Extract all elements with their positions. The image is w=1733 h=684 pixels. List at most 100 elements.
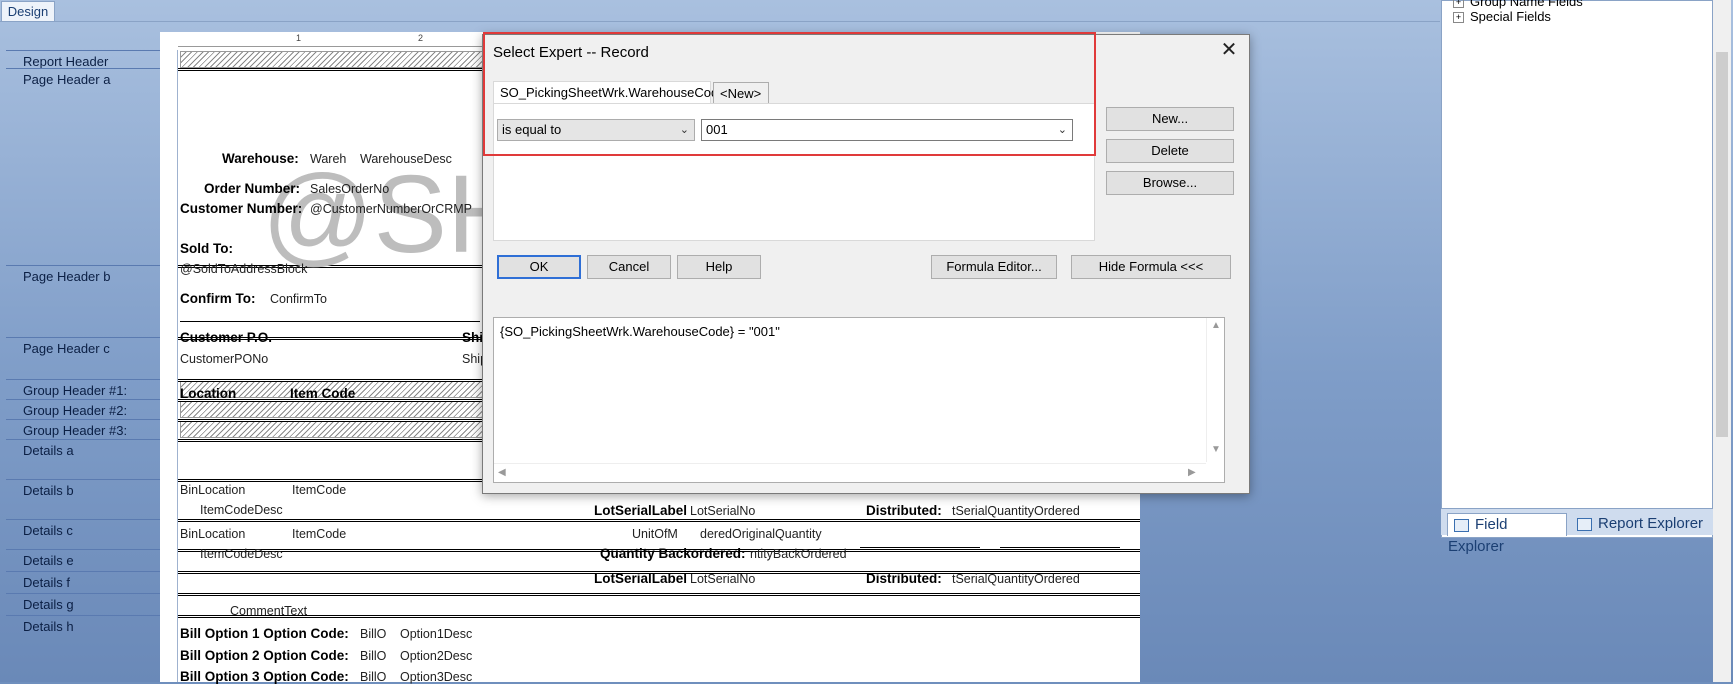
chevron-right-icon[interactable]: ▶ (1188, 467, 1196, 478)
item-desc-field[interactable]: ItemCodeDesc (200, 547, 283, 561)
unit-of-measure-field[interactable]: UnitOfM (632, 527, 678, 541)
hide-formula-button[interactable]: Hide Formula <<< (1071, 255, 1231, 279)
section-page-header-a[interactable]: Page Header a (6, 68, 160, 266)
section-details-b[interactable]: Details b (6, 479, 160, 520)
warehouse-desc-field[interactable]: WarehouseDesc (360, 152, 452, 166)
section-label: Group Header #1: (23, 383, 128, 398)
bin-location-field[interactable]: BinLocation (180, 527, 245, 541)
quantity-backordered-label[interactable]: Quantity Backordered: (600, 546, 746, 561)
warehouse-code-field[interactable]: Wareh (310, 152, 346, 166)
tree-item-group-name-fields[interactable]: + Group Name Fields (1453, 0, 1583, 9)
item-desc-field[interactable]: ItemCodeDesc (200, 503, 283, 517)
sold-to-label[interactable]: Sold To: (180, 241, 233, 256)
chevron-up-icon[interactable]: ▲ (1211, 320, 1221, 331)
help-button[interactable]: Help (677, 255, 761, 279)
quantity-backordered-field[interactable]: ntityBackOrdered (750, 547, 847, 561)
customer-number-field[interactable]: @CustomerNumberOrCRMP (310, 202, 472, 216)
tab-report-explorer[interactable]: Report Explorer (1571, 513, 1711, 535)
tree-item-label: Special Fields (1470, 9, 1551, 24)
chevron-left-icon[interactable]: ◀ (498, 467, 506, 478)
section-page-header-c[interactable]: Page Header c (6, 337, 160, 380)
section-report-header[interactable]: Report Header (6, 50, 160, 69)
section-details-g[interactable]: Details g (6, 593, 160, 616)
customer-po-label[interactable]: Customer P.O. (180, 330, 272, 345)
section-details-h[interactable]: Details h (6, 615, 160, 638)
hatched-group-header-2 (180, 401, 492, 418)
explorer-panel[interactable] (1441, 0, 1713, 538)
section-group-header-2[interactable]: Group Header #2: (6, 399, 160, 420)
expand-icon[interactable]: + (1453, 12, 1464, 24)
confirm-to-label[interactable]: Confirm To: (180, 291, 255, 306)
scrollbar-thumb[interactable] (1716, 52, 1728, 437)
quantity-ordered-field[interactable]: tSerialQuantityOrdered (952, 572, 1080, 586)
lot-serial-field[interactable]: LotSerialNo (690, 572, 755, 586)
expand-icon[interactable]: + (1453, 0, 1464, 9)
section-details-c[interactable]: Details c (6, 519, 160, 550)
bin-location-field[interactable]: BinLocation (180, 483, 245, 497)
select-expert-dialog[interactable]: Select Expert -- Record ✕ SO_PickingShee… (482, 34, 1250, 494)
band-separator (178, 615, 1140, 618)
ok-button[interactable]: OK (497, 255, 581, 279)
value-text: 001 (706, 122, 728, 137)
lot-serial-label[interactable]: LotSerialLabel (594, 503, 687, 518)
formula-horizontal-scrollbar[interactable]: ◀ ▶ (494, 463, 1206, 482)
field-explorer-icon (1454, 518, 1469, 532)
lot-serial-field[interactable]: LotSerialNo (690, 504, 755, 518)
bill-option-1-label[interactable]: Bill Option 1 Option Code: (180, 626, 349, 641)
section-label: Details f (23, 575, 70, 590)
original-quantity-field[interactable]: deredOriginalQuantity (700, 527, 822, 541)
delete-button[interactable]: Delete (1106, 139, 1234, 163)
close-icon[interactable]: ✕ (1209, 35, 1249, 65)
sales-order-field[interactable]: SalesOrderNo (310, 182, 389, 196)
formula-editor-button[interactable]: Formula Editor... (931, 255, 1057, 279)
distributed-label[interactable]: Distributed: (866, 571, 942, 586)
operator-dropdown[interactable]: is equal to ⌄ (497, 119, 695, 141)
sold-to-address-field[interactable]: @SoldToAddressBlock (180, 262, 307, 276)
item-code-field[interactable]: ItemCode (292, 527, 346, 541)
tab-field-explorer[interactable]: Field Explorer (1447, 513, 1567, 555)
bill-option-1-field[interactable]: BillO (360, 627, 386, 641)
customer-po-field[interactable]: CustomerPONo (180, 352, 268, 366)
section-group-header-1[interactable]: Group Header #1: (6, 379, 160, 400)
section-label: Details e (23, 553, 74, 568)
warehouse-label[interactable]: Warehouse: (222, 151, 299, 166)
cancel-button[interactable]: Cancel (587, 255, 671, 279)
customer-number-label[interactable]: Customer Number: (180, 201, 302, 216)
hatched-report-header (180, 51, 492, 68)
value-combobox[interactable]: 001 ⌄ (701, 119, 1073, 141)
bill-option-2-field[interactable]: BillO (360, 649, 386, 663)
distributed-label[interactable]: Distributed: (866, 503, 942, 518)
formula-vertical-scrollbar[interactable]: ▲ ▼ (1206, 318, 1224, 462)
comment-text-field[interactable]: CommentText (230, 604, 307, 618)
location-header[interactable]: Location (180, 386, 236, 401)
option-2-desc-field[interactable]: Option2Desc (400, 649, 472, 663)
section-group-header-3[interactable]: Group Header #3: (6, 419, 160, 440)
option-1-desc-field[interactable]: Option1Desc (400, 627, 472, 641)
bill-option-2-label[interactable]: Bill Option 2 Option Code: (180, 648, 349, 663)
operator-value: is equal to (502, 122, 562, 137)
section-details-e[interactable]: Details e (6, 549, 160, 572)
item-code-field[interactable]: ItemCode (292, 483, 346, 497)
tab-underline (0, 21, 1440, 22)
tab-new[interactable]: <New> (713, 82, 769, 104)
underline (180, 321, 480, 322)
item-code-header[interactable]: Item Code (290, 386, 355, 401)
section-details-a[interactable]: Details a (6, 439, 160, 480)
tree-item-special-fields[interactable]: + Special Fields (1453, 9, 1551, 24)
section-label: Page Header b (23, 269, 111, 284)
lot-serial-label[interactable]: LotSerialLabel (594, 571, 687, 586)
order-number-label[interactable]: Order Number: (204, 181, 300, 196)
tab-design[interactable]: Design (1, 1, 55, 22)
formula-textarea[interactable]: {SO_PickingSheetWrk.WarehouseCode} = "00… (493, 317, 1225, 483)
section-page-header-b[interactable]: Page Header b (6, 265, 160, 338)
section-details-f[interactable]: Details f (6, 571, 160, 594)
section-label: Page Header c (23, 341, 110, 356)
chevron-down-icon: ⌄ (1057, 124, 1067, 136)
confirm-to-field[interactable]: ConfirmTo (270, 292, 327, 306)
browse-button[interactable]: Browse... (1106, 171, 1234, 195)
chevron-down-icon[interactable]: ▼ (1211, 444, 1221, 455)
tab-warehouse-code[interactable]: SO_PickingSheetWrk.WarehouseCode (493, 81, 725, 103)
quantity-ordered-field[interactable]: tSerialQuantityOrdered (952, 504, 1080, 518)
new-button[interactable]: New... (1106, 107, 1234, 131)
section-label: Details b (23, 483, 74, 498)
